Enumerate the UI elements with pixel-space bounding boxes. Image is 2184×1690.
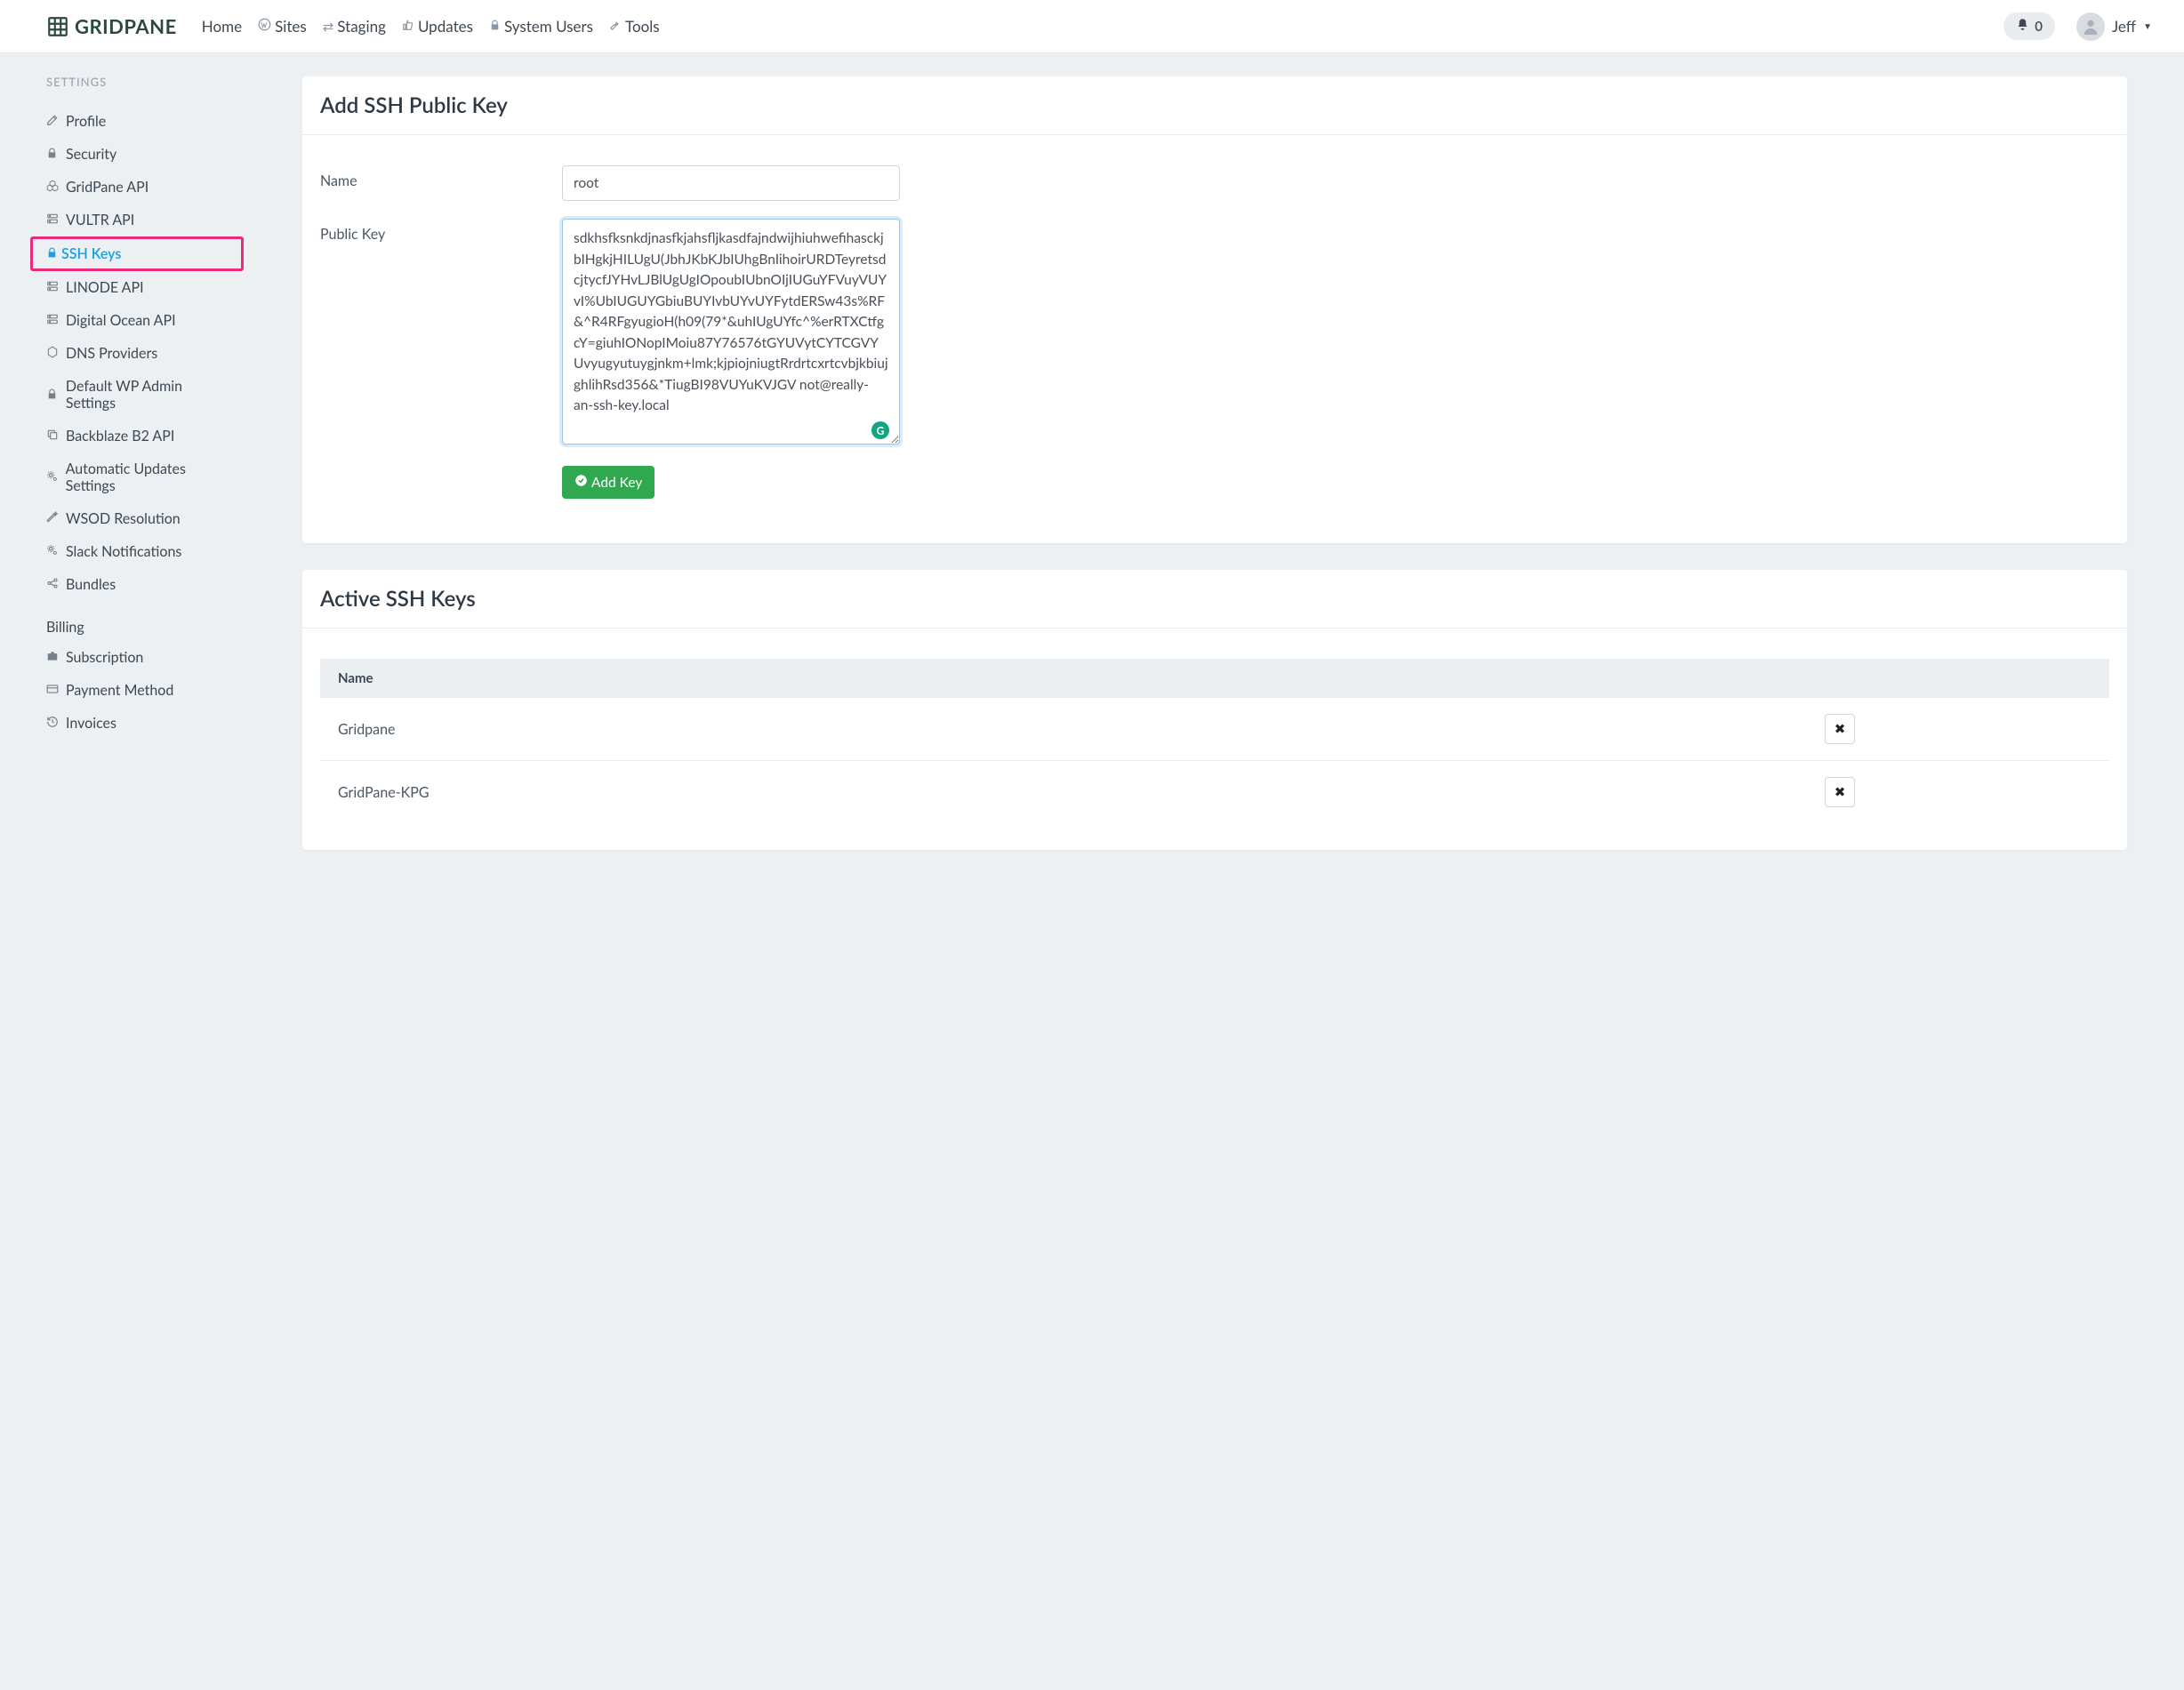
nav-updates[interactable]: Updates <box>402 17 473 36</box>
sidebar-item-profile[interactable]: Profile <box>0 105 249 138</box>
wordpress-icon <box>258 18 271 35</box>
sidebar-item-backblaze[interactable]: Backblaze B2 API <box>0 420 249 453</box>
server-icon <box>46 212 60 228</box>
user-name: Jeff <box>2112 17 2136 36</box>
delete-key-button[interactable]: ✖ <box>1825 714 1855 744</box>
server-icon <box>46 280 60 295</box>
nav-sites[interactable]: Sites <box>258 17 307 36</box>
logo[interactable]: GRIDPANE <box>46 14 177 38</box>
check-circle-icon <box>574 474 588 491</box>
table-row: Gridpane ✖ <box>320 698 2109 761</box>
nav-system-users[interactable]: System Users <box>489 17 593 36</box>
nav-staging[interactable]: ⇄ Staging <box>323 17 386 36</box>
logo-icon <box>46 15 69 38</box>
sidebar-item-ssh-keys[interactable]: SSH Keys <box>30 236 244 271</box>
top-nav: GRIDPANE Home Sites ⇄ Staging Updates Sy… <box>0 0 2184 53</box>
active-ssh-keys-panel: Active SSH Keys Name Gridpane <box>302 570 2127 850</box>
wrench-icon <box>609 19 622 35</box>
table-row: GridPane-KPG ✖ <box>320 761 2109 824</box>
cubes-icon <box>46 180 60 195</box>
sidebar: SETTINGS Profile Security GridPane API V… <box>0 53 249 912</box>
add-ssh-key-title: Add SSH Public Key <box>302 76 2127 135</box>
caret-down-icon: ▼ <box>2143 21 2152 32</box>
sidebar-item-gridpane-api[interactable]: GridPane API <box>0 171 249 204</box>
sidebar-item-bundles[interactable]: Bundles <box>0 568 249 601</box>
sidebar-item-subscription[interactable]: Subscription <box>0 641 249 674</box>
lock-icon <box>489 19 501 35</box>
user-menu[interactable]: Jeff ▼ <box>2076 12 2152 41</box>
lock-icon <box>46 147 60 162</box>
server-icon <box>46 313 60 328</box>
briefcase-icon <box>46 650 60 665</box>
cogs-icon <box>46 544 60 559</box>
times-icon: ✖ <box>1835 721 1846 737</box>
magic-icon <box>46 511 60 526</box>
sidebar-billing-heading: Billing <box>0 601 249 641</box>
public-key-label: Public Key <box>320 219 562 243</box>
sidebar-item-auto-updates[interactable]: Automatic Updates Settings <box>0 453 249 502</box>
name-input[interactable] <box>562 165 900 201</box>
sidebar-item-vultr-api[interactable]: VULTR API <box>0 204 249 236</box>
retweet-icon: ⇄ <box>323 19 334 35</box>
nav-tools[interactable]: Tools <box>609 17 660 36</box>
cogs-icon <box>46 470 60 485</box>
add-ssh-key-panel: Add SSH Public Key Name Public Key G <box>302 76 2127 543</box>
main-content: Add SSH Public Key Name Public Key G <box>249 53 2184 912</box>
delete-key-button[interactable]: ✖ <box>1825 777 1855 807</box>
times-icon: ✖ <box>1835 784 1846 800</box>
public-key-input[interactable] <box>562 219 900 445</box>
credit-card-icon <box>46 683 60 698</box>
sidebar-item-default-wp-admin[interactable]: Default WP Admin Settings <box>0 370 249 420</box>
sidebar-heading: SETTINGS <box>0 75 249 105</box>
active-ssh-keys-title: Active SSH Keys <box>302 570 2127 629</box>
thumbs-up-icon <box>402 19 414 35</box>
sidebar-item-slack[interactable]: Slack Notifications <box>0 535 249 568</box>
notifications-count: 0 <box>2035 19 2043 35</box>
key-name: GridPane-KPG <box>320 761 1807 824</box>
notifications-button[interactable]: 0 <box>2003 12 2055 40</box>
bell-icon <box>2016 18 2029 35</box>
nav-home[interactable]: Home <box>202 17 242 36</box>
logo-text: GRIDPANE <box>75 14 177 38</box>
copy-icon <box>46 429 60 444</box>
edit-icon <box>46 114 60 129</box>
add-key-button[interactable]: Add Key <box>562 466 654 499</box>
sidebar-item-payment-method[interactable]: Payment Method <box>0 674 249 707</box>
lock-icon <box>46 245 58 262</box>
sidebar-item-wsod[interactable]: WSOD Resolution <box>0 502 249 535</box>
hexagon-icon <box>46 346 60 361</box>
sidebar-item-digital-ocean-api[interactable]: Digital Ocean API <box>0 304 249 337</box>
name-label: Name <box>320 165 562 189</box>
share-icon <box>46 577 60 592</box>
sidebar-item-linode-api[interactable]: LINODE API <box>0 271 249 304</box>
history-icon <box>46 716 60 731</box>
nav-right: 0 Jeff ▼ <box>2003 12 2152 41</box>
sidebar-item-dns-providers[interactable]: DNS Providers <box>0 337 249 370</box>
lock-icon <box>46 388 60 403</box>
sidebar-item-invoices[interactable]: Invoices <box>0 707 249 740</box>
sidebar-item-security[interactable]: Security <box>0 138 249 171</box>
avatar-icon <box>2076 12 2105 41</box>
key-name: Gridpane <box>320 698 1807 761</box>
nav-links: Home Sites ⇄ Staging Updates System User… <box>202 17 660 36</box>
grammarly-icon[interactable]: G <box>871 421 889 439</box>
column-header-name: Name <box>320 659 1807 698</box>
ssh-keys-table: Name Gridpane ✖ <box>320 659 2109 823</box>
